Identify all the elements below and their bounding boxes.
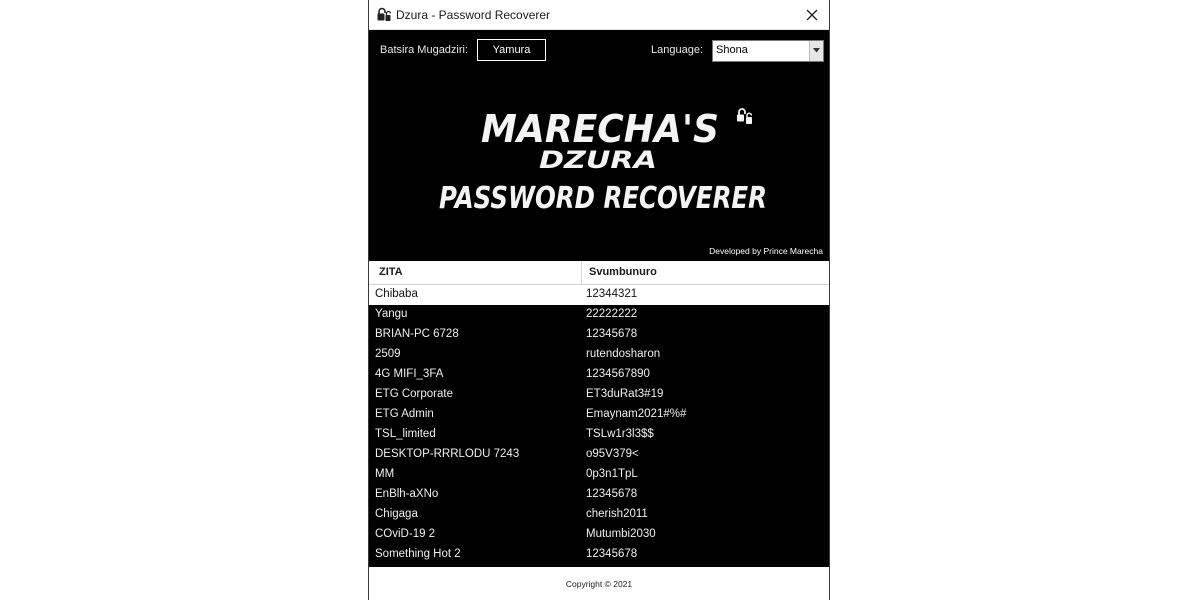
- network-name-cell: Yangu: [375, 308, 408, 320]
- top-controls: Batsira Mugadziri: Yamura Language: Shon…: [369, 30, 829, 70]
- table-row[interactable]: EnBlh-aXNo 12345678: [369, 485, 829, 505]
- user-button[interactable]: Yamura: [477, 39, 546, 61]
- column-header-password[interactable]: Svumbunuro: [589, 266, 657, 278]
- dropdown-arrow-icon[interactable]: [809, 41, 823, 61]
- padlock-icon: [377, 7, 392, 23]
- language-label: Language:: [651, 44, 703, 56]
- logo-line-2: DZURA: [539, 146, 657, 174]
- password-cell: 12345678: [586, 548, 638, 560]
- table-row[interactable]: MM 0p3n1TpL: [369, 465, 829, 485]
- table-row[interactable]: BRIAN-PC 6728 12345678: [369, 325, 829, 345]
- network-name-cell: 4G MIFI_3FA: [375, 368, 444, 380]
- network-name-cell: Chibaba: [375, 288, 418, 300]
- title-bar[interactable]: Dzura - Password Recoverer: [369, 0, 829, 30]
- table-row[interactable]: DESKTOP-RRRLODU 7243 o95V379<: [369, 445, 829, 465]
- table-row[interactable]: Yangu 22222222: [369, 305, 829, 325]
- password-cell: 12345678: [586, 328, 638, 340]
- window-title: Dzura - Password Recoverer: [396, 8, 551, 22]
- password-cell: Emaynam2021#%#: [586, 408, 687, 420]
- password-cell: 0p3n1TpL: [586, 468, 638, 480]
- logo-line-1: MARECHA'S: [481, 107, 719, 151]
- table-row[interactable]: 2509 rutendosharon: [369, 345, 829, 365]
- table-row[interactable]: ETG Corporate ET3duRat3#19: [369, 385, 829, 405]
- password-cell: TSLw1r3l3$$: [586, 428, 654, 440]
- network-name-cell: 2509: [375, 348, 401, 360]
- table-row[interactable]: COviD-19 2 Mutumbi2030: [369, 525, 829, 545]
- table-row[interactable]: Something Hot 2 12345678: [369, 545, 829, 565]
- network-name-cell: Chigaga: [375, 508, 418, 520]
- language-selected-value: Shona: [716, 44, 748, 56]
- table-row[interactable]: Chibaba 12344321: [369, 285, 829, 305]
- close-button[interactable]: [795, 0, 829, 30]
- padlock-icon: [737, 108, 753, 124]
- column-header-name[interactable]: ZITA: [379, 266, 403, 278]
- network-name-cell: Something Hot 2: [375, 548, 461, 560]
- password-cell: Mutumbi2030: [586, 528, 656, 540]
- password-cell: 1234567890: [586, 368, 650, 380]
- network-name-cell: TSL_limited: [375, 428, 436, 440]
- table-row[interactable]: 4G MIFI_3FA 1234567890: [369, 365, 829, 385]
- password-cell: o95V379<: [586, 448, 639, 460]
- user-label: Batsira Mugadziri:: [380, 44, 469, 56]
- developer-credit: Developed by Prince Marecha: [709, 246, 823, 256]
- password-cell: cherish2011: [586, 508, 648, 520]
- password-cell: 12344321: [586, 288, 638, 300]
- table-header: ZITA Svumbunuro: [369, 261, 829, 285]
- logo-line-3: PASSWORD RECOVERER: [439, 181, 767, 216]
- network-name-cell: DESKTOP-RRRLODU 7243: [375, 448, 520, 460]
- network-name-cell: MM: [375, 468, 395, 480]
- column-divider[interactable]: [581, 261, 582, 285]
- table-row[interactable]: Chigaga cherish2011: [369, 505, 829, 525]
- password-list: Chibaba 12344321 Yangu 22222222 BRIAN-PC 672…: [369, 285, 829, 565]
- table-row[interactable]: ETG Admin Emaynam2021#%#: [369, 405, 829, 425]
- network-name-cell: COviD-19 2: [375, 528, 436, 540]
- app-logo: .logo-txt { font-family:"DejaVu Sans", s…: [369, 90, 829, 230]
- table-row[interactable]: TSL_limited TSLw1r3l3$$: [369, 425, 829, 445]
- language-select[interactable]: Shona: [712, 40, 824, 62]
- app-window: Dzura - Password Recoverer Batsira Mugad…: [368, 0, 830, 600]
- password-cell: 22222222: [586, 308, 638, 320]
- password-cell: ET3duRat3#19: [586, 388, 664, 400]
- footer: Copyright © 2021: [369, 567, 829, 600]
- close-icon: [806, 9, 818, 21]
- password-cell: rutendosharon: [586, 348, 661, 360]
- network-name-cell: EnBlh-aXNo: [375, 488, 439, 500]
- password-cell: 12345678: [586, 488, 638, 500]
- network-name-cell: ETG Corporate: [375, 388, 453, 400]
- network-name-cell: ETG Admin: [375, 408, 434, 420]
- copyright-text: Copyright © 2021: [565, 579, 633, 589]
- network-name-cell: BRIAN-PC 6728: [375, 328, 459, 340]
